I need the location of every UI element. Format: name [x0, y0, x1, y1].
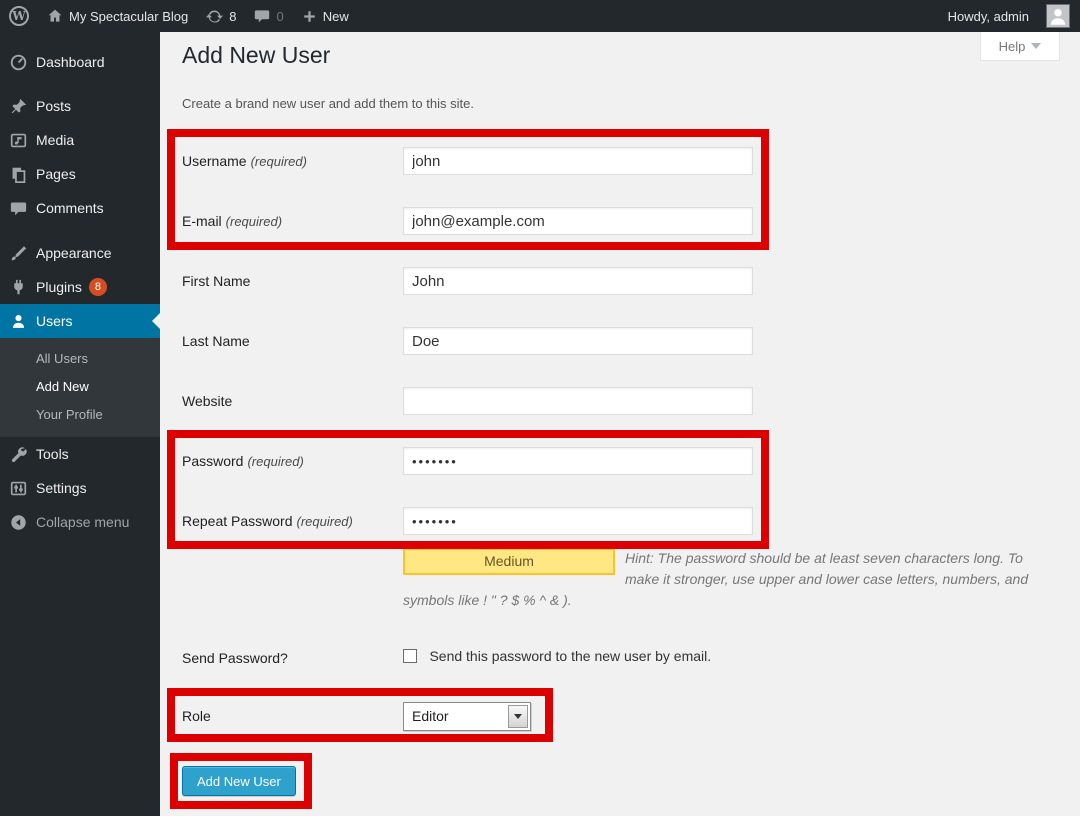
sidebar-item-media[interactable]: Media — [0, 123, 160, 157]
wrench-icon — [8, 444, 28, 464]
wp-logo-menu[interactable]: W — [0, 0, 38, 32]
send-password-label: Send Password? — [182, 650, 288, 666]
pushpin-icon — [8, 96, 28, 116]
password-label: Password(required) — [182, 453, 304, 469]
avatar-person-icon — [1047, 5, 1069, 27]
username-input[interactable] — [403, 147, 753, 175]
sidebar-item-settings[interactable]: Settings — [0, 471, 160, 505]
email-input[interactable] — [403, 207, 753, 235]
send-password-checkbox[interactable] — [403, 649, 417, 663]
last-name-input[interactable] — [403, 327, 753, 355]
chevron-down-icon — [1031, 43, 1041, 49]
collapse-icon — [8, 512, 28, 532]
repeat-password-row: Repeat Password(required) — [182, 507, 1042, 537]
menu-separator — [0, 79, 160, 89]
sidebar-item-collapse-menu[interactable]: Collapse menu — [0, 505, 160, 539]
email-label: E-mail(required) — [182, 213, 282, 229]
submenu-all-users[interactable]: All Users — [0, 345, 160, 373]
add-new-user-button[interactable]: Add New User — [182, 766, 296, 796]
username-row: Username(required) — [182, 147, 1042, 177]
updates-icon — [206, 8, 223, 25]
sidebar-item-plugins[interactable]: Plugins 8 — [0, 270, 160, 304]
first-name-row: First Name — [182, 267, 1042, 297]
sidebar-item-appearance[interactable]: Appearance — [0, 236, 160, 270]
site-name: My Spectacular Blog — [69, 9, 188, 24]
admin-sidebar: Dashboard Posts Media Pages Comments App… — [0, 32, 160, 816]
role-row: Role Editor — [182, 702, 1042, 732]
send-password-row: Send Password? Send this password to the… — [182, 644, 1042, 674]
last-name-label: Last Name — [182, 333, 250, 349]
repeat-password-input[interactable] — [403, 507, 753, 535]
admin-bar: W My Spectacular Blog 8 0 New Howdy, adm… — [0, 0, 1080, 32]
submenu-your-profile[interactable]: Your Profile — [0, 401, 160, 429]
comment-icon — [8, 198, 28, 218]
help-button[interactable]: Help — [980, 32, 1060, 61]
repeat-password-label: Repeat Password(required) — [182, 513, 353, 529]
howdy-menu[interactable]: Howdy, admin — [939, 0, 1038, 32]
role-label: Role — [182, 708, 211, 724]
first-name-input[interactable] — [403, 267, 753, 295]
chevron-down-icon — [514, 714, 522, 719]
wordpress-logo-icon: W — [9, 6, 29, 26]
users-icon — [8, 311, 28, 331]
new-label: New — [323, 9, 349, 24]
menu-separator — [0, 225, 160, 236]
users-submenu: All Users Add New Your Profile — [0, 338, 160, 437]
sidebar-item-comments[interactable]: Comments — [0, 191, 160, 225]
password-hint: Medium Hint: The password should be at l… — [403, 548, 1048, 611]
role-select[interactable]: Editor — [403, 702, 531, 731]
password-row: Password(required) — [182, 447, 1042, 477]
paintbrush-icon — [8, 243, 28, 263]
updates-menu[interactable]: 8 — [197, 0, 245, 32]
submenu-add-new[interactable]: Add New — [0, 373, 160, 401]
new-content-menu[interactable]: New — [293, 0, 358, 32]
plugins-update-badge: 8 — [89, 278, 107, 296]
last-name-row: Last Name — [182, 327, 1042, 357]
sidebar-item-dashboard[interactable]: Dashboard — [0, 45, 160, 79]
select-dropdown-button[interactable] — [508, 705, 528, 728]
website-input[interactable] — [403, 387, 753, 415]
sidebar-item-posts[interactable]: Posts — [0, 89, 160, 123]
page-title: Add New User — [182, 42, 330, 69]
update-count: 8 — [229, 9, 236, 24]
sidebar-item-tools[interactable]: Tools — [0, 437, 160, 471]
sidebar-item-users[interactable]: Users — [0, 304, 160, 338]
username-label: Username(required) — [182, 153, 307, 169]
media-icon — [8, 130, 28, 150]
home-icon — [47, 8, 63, 24]
page-description: Create a brand new user and add them to … — [182, 96, 474, 111]
site-name-menu[interactable]: My Spectacular Blog — [38, 0, 197, 32]
settings-icon — [8, 478, 28, 498]
sidebar-item-pages[interactable]: Pages — [0, 157, 160, 191]
plugin-icon — [8, 277, 28, 297]
pages-icon — [8, 164, 28, 184]
howdy-text: Howdy, admin — [948, 9, 1029, 24]
main-content: Help Add New User Create a brand new use… — [160, 32, 1080, 816]
comment-count: 0 — [276, 9, 283, 24]
password-input[interactable] — [403, 447, 753, 475]
email-row: E-mail(required) — [182, 207, 1042, 237]
password-strength-meter: Medium — [403, 548, 615, 575]
first-name-label: First Name — [182, 273, 250, 289]
website-label: Website — [182, 393, 232, 409]
comments-bubble-icon — [254, 8, 270, 24]
dashboard-icon — [8, 52, 28, 72]
comments-menu[interactable]: 0 — [245, 0, 292, 32]
role-selected-value: Editor — [404, 703, 506, 730]
avatar[interactable] — [1046, 4, 1070, 28]
website-row: Website — [182, 387, 1042, 417]
send-password-checkbox-label: Send this password to the new user by em… — [429, 648, 711, 664]
plus-icon — [302, 9, 317, 24]
